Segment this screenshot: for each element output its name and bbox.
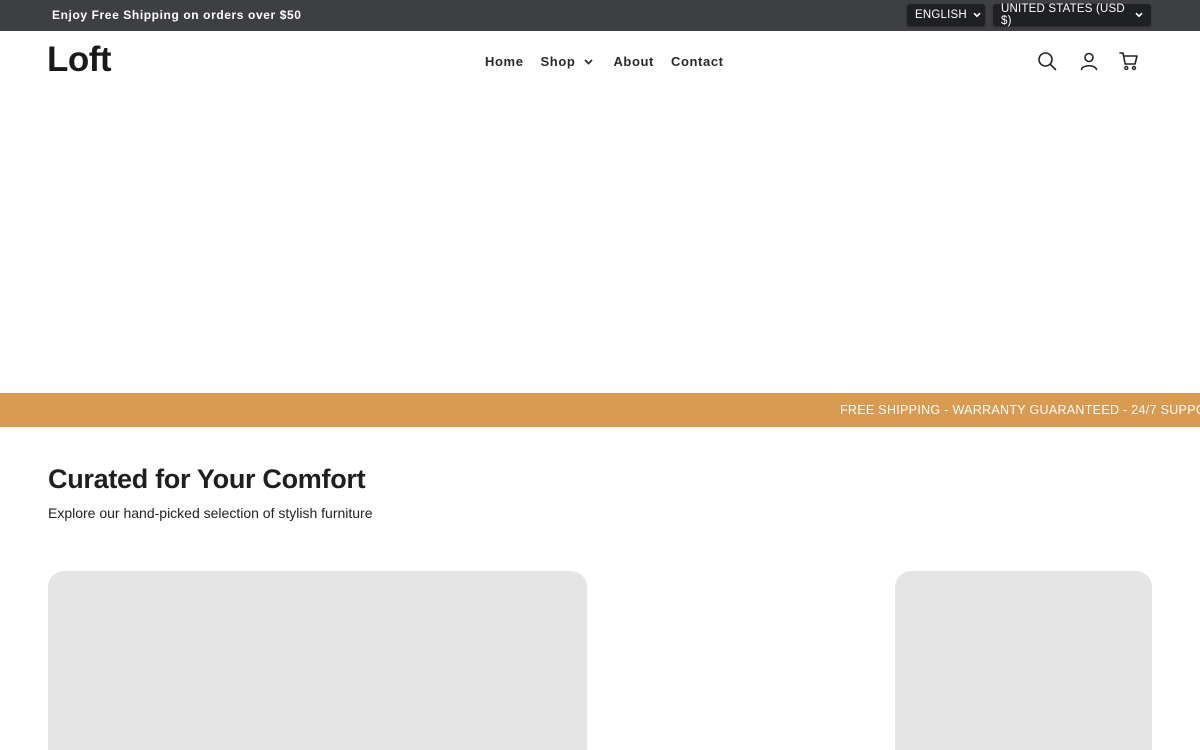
country-selector[interactable]: UNITED STATES (USD $) [993,3,1151,27]
account-icon[interactable] [1079,51,1099,71]
site-logo[interactable]: Loft [47,40,112,80]
chevron-down-icon [1135,12,1143,18]
country-value: UNITED STATES (USD $) [1001,3,1125,27]
main-nav: Home Shop About Contact [485,54,724,69]
nav-home[interactable]: Home [485,54,524,69]
cart-icon[interactable] [1119,51,1139,71]
language-selector[interactable]: ENGLISH [907,4,985,26]
marquee-text: FREE SHIPPING - WARRANTY GUARANTEED - 24… [840,403,1200,417]
section-title: Curated for Your Comfort [48,464,366,494]
language-value: ENGLISH [915,9,967,21]
search-icon[interactable] [1037,51,1057,71]
nav-shop[interactable]: Shop [541,54,594,69]
nav-contact[interactable]: Contact [671,54,724,69]
collection-card[interactable] [895,571,1152,750]
announcement-text: Enjoy Free Shipping on orders over $50 [52,8,302,22]
chevron-down-icon [973,12,981,18]
marquee-strip: FREE SHIPPING - WARRANTY GUARANTEED - 24… [0,393,1200,427]
nav-shop-label: Shop [540,54,576,69]
collection-card[interactable] [48,571,587,750]
section-subtitle: Explore our hand-picked selection of sty… [48,505,373,521]
announcement-bar: Enjoy Free Shipping on orders over $50 E… [0,0,1200,31]
chevron-down-icon [584,58,594,65]
nav-about[interactable]: About [613,54,654,69]
